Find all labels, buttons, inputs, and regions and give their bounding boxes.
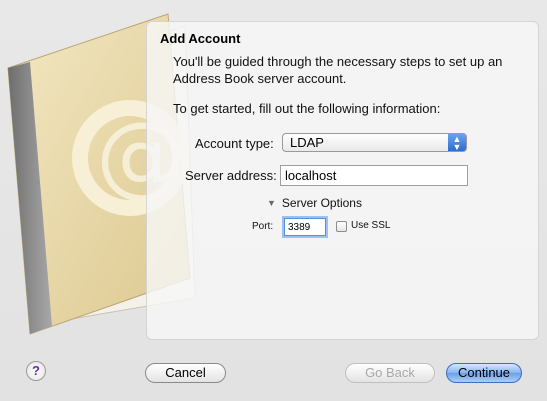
dialog-title: Add Account: [160, 31, 241, 46]
account-type-label: Account type:: [195, 136, 274, 151]
go-back-button[interactable]: Go Back: [345, 363, 435, 383]
add-account-sheet: @ Add Account You'll be guided through t…: [0, 0, 547, 401]
server-address-label: Server address:: [185, 168, 277, 183]
instruction-text: To get started, fill out the following i…: [173, 101, 441, 116]
continue-button[interactable]: Continue: [446, 363, 522, 383]
account-type-value: LDAP: [290, 135, 324, 150]
help-icon: ?: [32, 363, 40, 378]
intro-text: You'll be guided through the necessary s…: [173, 54, 503, 86]
disclosure-triangle-icon: ▼: [267, 198, 276, 208]
server-options-label: Server Options: [281, 196, 362, 210]
port-label: Port:: [252, 221, 274, 232]
server-address-field[interactable]: [280, 165, 468, 186]
account-type-popup[interactable]: LDAP ▲ ▼: [282, 133, 467, 152]
help-button[interactable]: ?: [26, 361, 46, 381]
cancel-button[interactable]: Cancel: [145, 363, 226, 383]
use-ssl-checkbox[interactable]: [336, 221, 347, 232]
server-options-toggle[interactable]: ▼ Server Options: [267, 196, 362, 210]
chevron-up-down-icon: ▲ ▼: [448, 134, 466, 152]
use-ssl-label[interactable]: Use SSL: [351, 220, 390, 231]
port-field[interactable]: [284, 218, 326, 236]
